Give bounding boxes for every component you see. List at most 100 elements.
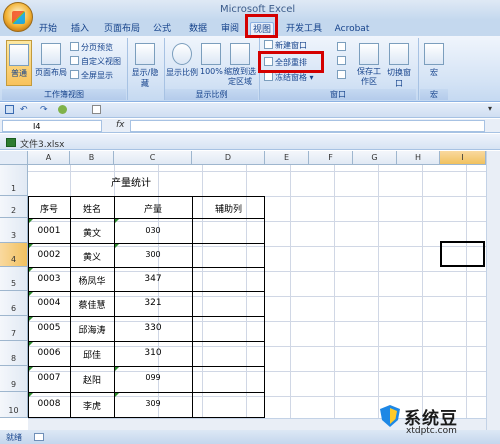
tab-insert[interactable]: 插入 xyxy=(68,22,92,36)
column-header-i[interactable]: I xyxy=(440,151,486,165)
tab-review[interactable]: 审阅 xyxy=(218,22,242,36)
header-cell-output[interactable]: 产量 xyxy=(114,202,192,215)
row-header-9[interactable]: 9 xyxy=(0,366,28,392)
column-header-e[interactable]: E xyxy=(265,151,309,165)
cell-name[interactable]: 杨凤华 xyxy=(70,274,114,287)
tab-developer[interactable]: 开发工具 xyxy=(284,22,324,36)
vertical-scrollbar[interactable] xyxy=(486,151,500,430)
active-cell-i4[interactable] xyxy=(440,241,485,267)
row-header-5[interactable]: 5 xyxy=(0,267,28,291)
cell-id[interactable]: 0005 xyxy=(28,323,70,333)
switch-windows-icon xyxy=(389,43,409,65)
cell-output[interactable]: 030 xyxy=(114,226,192,235)
row-header-7[interactable]: 7 xyxy=(0,316,28,341)
zoom-to-selection-button[interactable]: 缩放到选定区域 xyxy=(224,40,256,87)
header-cell-id[interactable]: 序号 xyxy=(28,202,70,215)
fx-icon[interactable]: fx xyxy=(116,120,125,130)
switch-windows-button[interactable]: 切换窗口 xyxy=(384,40,414,89)
freeze-panes-button[interactable]: 冻结窗格 ▾ xyxy=(264,72,314,84)
cell-name[interactable]: 蔡佳慧 xyxy=(70,298,114,311)
cell-id[interactable]: 0006 xyxy=(28,348,70,358)
cell-name[interactable]: 黄文 xyxy=(70,226,114,239)
cell-output[interactable]: 330 xyxy=(114,323,192,333)
save-icon[interactable] xyxy=(5,105,14,114)
row-header-2[interactable]: 2 xyxy=(0,196,28,218)
cell-output[interactable]: 347 xyxy=(114,274,192,284)
zoom-selection-icon xyxy=(230,43,250,65)
cell-id[interactable]: 0004 xyxy=(28,298,70,308)
cell-name[interactable]: 黄义 xyxy=(70,250,114,263)
workbook-title-bar xyxy=(0,134,500,150)
error-indicator xyxy=(115,393,119,397)
watermark-url: xtdptc.com xyxy=(406,426,457,436)
show-hide-button[interactable]: 显示/隐藏 xyxy=(128,40,162,89)
column-header-a[interactable]: A xyxy=(28,151,70,165)
header-cell-name[interactable]: 姓名 xyxy=(70,202,114,215)
formula-input[interactable] xyxy=(130,120,485,132)
error-indicator xyxy=(29,244,33,248)
sheet-title-cell[interactable]: 产量统计 xyxy=(70,174,192,189)
macros-button[interactable]: 宏 xyxy=(422,40,446,78)
column-header-g[interactable]: G xyxy=(353,151,397,165)
name-box[interactable]: I4 xyxy=(2,120,102,132)
macro-record-icon[interactable] xyxy=(34,433,44,441)
column-header-b[interactable]: B xyxy=(70,151,114,165)
tab-page-layout[interactable]: 页面布局 xyxy=(102,22,142,36)
row-header-1[interactable]: 1 xyxy=(0,165,28,196)
row-header-4[interactable]: 4 xyxy=(0,243,28,267)
save-workspace-button[interactable]: 保存工作区 xyxy=(354,40,384,87)
cell-output[interactable]: 309 xyxy=(114,399,192,408)
refresh-icon[interactable] xyxy=(58,105,67,114)
undo-icon[interactable]: ↶ xyxy=(20,105,28,115)
error-indicator xyxy=(29,219,33,223)
cell-name[interactable]: 邱佳 xyxy=(70,348,114,361)
row-header-8[interactable]: 8 xyxy=(0,341,28,366)
normal-view-button[interactable]: 普通 xyxy=(6,40,32,86)
normal-view-icon xyxy=(9,44,29,66)
cell-output[interactable]: 310 xyxy=(114,348,192,358)
column-header-c[interactable]: C xyxy=(114,151,192,165)
cell-output[interactable]: 099 xyxy=(114,373,192,382)
unhide-window-button[interactable] xyxy=(337,70,348,82)
tab-data[interactable]: 数据 xyxy=(186,22,210,36)
tab-acrobat[interactable]: Acrobat xyxy=(334,22,370,36)
cell-id[interactable]: 0001 xyxy=(28,226,70,236)
save-workspace-icon xyxy=(359,43,379,65)
cell-id[interactable]: 0002 xyxy=(28,250,70,260)
zoom-button[interactable]: 显示比例 xyxy=(166,40,198,78)
office-button[interactable] xyxy=(3,2,33,32)
page-break-preview-button[interactable]: 分页预览 xyxy=(70,42,113,54)
page-layout-view-button[interactable]: 页面布局 xyxy=(34,40,68,78)
cell-id[interactable]: 0008 xyxy=(28,399,70,409)
custom-views-button[interactable]: 自定义视图 xyxy=(70,56,121,68)
zoom-100-button[interactable]: 100% xyxy=(200,40,223,76)
cell-name[interactable]: 邱海涛 xyxy=(70,323,114,336)
cell-output[interactable]: 300 xyxy=(114,250,192,259)
print-preview-icon[interactable] xyxy=(92,105,101,114)
row-header-3[interactable]: 3 xyxy=(0,218,28,243)
cell-output[interactable]: 321 xyxy=(114,298,192,308)
cell-name[interactable]: 李虎 xyxy=(70,399,114,412)
switch-windows-label: 切换窗口 xyxy=(387,68,411,88)
full-screen-button[interactable]: 全屏显示 xyxy=(70,70,113,82)
cell-id[interactable]: 0003 xyxy=(28,274,70,284)
cell-name[interactable]: 赵阳 xyxy=(70,373,114,386)
redo-icon[interactable]: ↷ xyxy=(40,105,48,115)
column-header-f[interactable]: F xyxy=(309,151,353,165)
tab-formulas[interactable]: 公式 xyxy=(150,22,174,36)
select-all-corner[interactable] xyxy=(0,151,28,165)
cell-id[interactable]: 0007 xyxy=(28,373,70,383)
show-hide-icon xyxy=(135,43,155,65)
qat-menu-icon[interactable]: ▾ xyxy=(488,104,492,113)
tab-home[interactable]: 开始 xyxy=(36,22,60,36)
error-indicator xyxy=(115,219,119,223)
column-header-h[interactable]: H xyxy=(397,151,440,165)
hide-window-button[interactable] xyxy=(337,56,348,68)
page-break-label: 分页预览 xyxy=(81,43,113,52)
row-header-6[interactable]: 6 xyxy=(0,291,28,316)
unhide-window-icon xyxy=(337,70,346,79)
header-cell-helper[interactable]: 辅助列 xyxy=(192,202,265,215)
row-header-10[interactable]: 10 xyxy=(0,392,28,418)
split-button[interactable] xyxy=(337,42,348,54)
column-header-d[interactable]: D xyxy=(192,151,265,165)
